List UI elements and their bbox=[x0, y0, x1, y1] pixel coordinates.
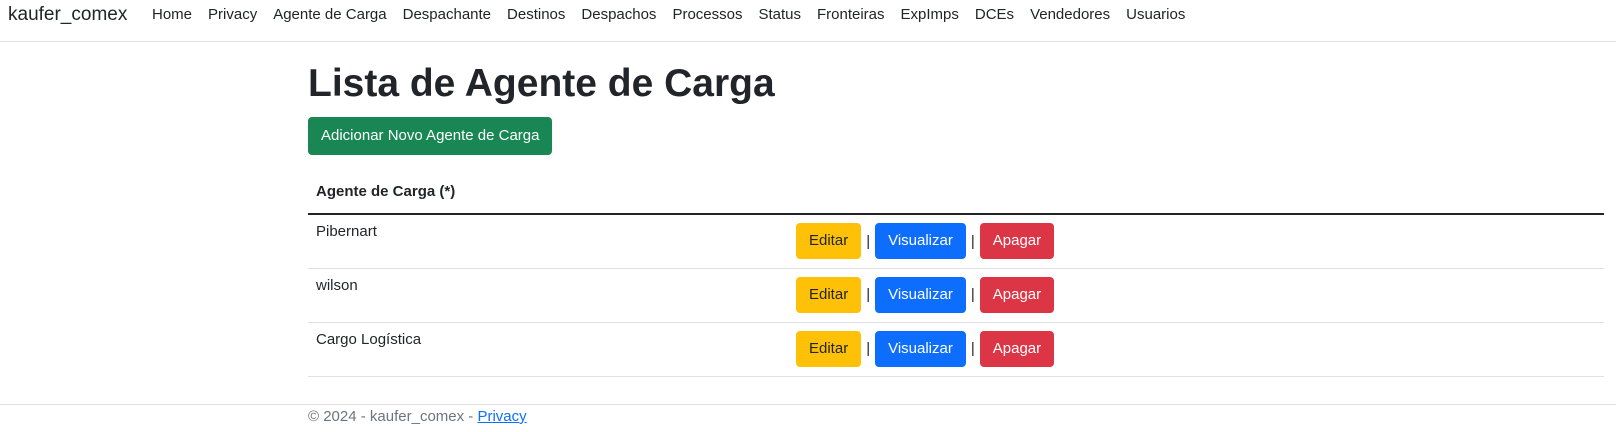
nav-item-despachante[interactable]: Despachante bbox=[403, 5, 491, 25]
nav-item-agente-de-carga[interactable]: Agente de Carga bbox=[273, 5, 386, 25]
edit-button[interactable]: Editar bbox=[796, 223, 862, 259]
table-row: Pibernart Editar | Visualizar | Apagar bbox=[308, 214, 1604, 269]
nav-menu: Home Privacy Agente de Carga Despachante… bbox=[152, 5, 1201, 25]
view-button[interactable]: Visualizar bbox=[875, 276, 966, 313]
delete-button[interactable]: Apagar bbox=[979, 223, 1055, 259]
table-row: Cargo Logística Editar | Visualizar | Apagar bbox=[308, 322, 1604, 377]
nav-item-home[interactable]: Home bbox=[152, 5, 192, 25]
action-separator: | bbox=[866, 232, 871, 250]
agente-name-cell: Cargo Logística bbox=[308, 322, 788, 377]
column-header-agente: Agente de Carga (*) bbox=[308, 170, 1604, 215]
row-actions: Editar | Visualizar | Apagar bbox=[788, 214, 1604, 269]
delete-button[interactable]: Apagar bbox=[979, 276, 1055, 313]
footer-content: © 2024 - kaufer_comex - Privacy bbox=[308, 407, 527, 427]
nav-item-status[interactable]: Status bbox=[758, 5, 801, 25]
edit-button[interactable]: Editar bbox=[796, 330, 862, 367]
nav-item-expimps[interactable]: ExpImps bbox=[901, 5, 959, 25]
nav-item-usuarios[interactable]: Usuarios bbox=[1126, 5, 1185, 25]
add-agente-button[interactable]: Adicionar Novo Agente de Carga bbox=[308, 117, 553, 155]
action-separator: | bbox=[866, 340, 871, 357]
main-content: Lista de Agente de Carga Adicionar Novo … bbox=[308, 58, 1604, 377]
nav-item-fronteiras[interactable]: Fronteiras bbox=[817, 5, 885, 25]
agente-name-cell: Pibernart bbox=[308, 214, 788, 269]
footer-privacy-link[interactable]: Privacy bbox=[477, 408, 526, 425]
agentes-table: Agente de Carga (*) Pibernart Editar | Vis… bbox=[308, 170, 1604, 377]
view-button[interactable]: Visualizar bbox=[875, 330, 966, 367]
action-separator: | bbox=[866, 286, 871, 303]
nav-item-dces[interactable]: DCEs bbox=[975, 5, 1014, 25]
nav-item-privacy[interactable]: Privacy bbox=[208, 5, 257, 25]
top-navbar: kaufer_comex Home Privacy Agente de Carg… bbox=[0, 0, 1616, 42]
nav-item-despachos[interactable]: Despachos bbox=[581, 5, 656, 25]
action-separator: | bbox=[970, 340, 975, 357]
action-separator: | bbox=[970, 286, 975, 303]
page-footer: © 2024 - kaufer_comex - Privacy bbox=[0, 404, 1616, 432]
footer-copyright: © 2024 - kaufer_comex - bbox=[308, 408, 478, 425]
row-actions: Editar | Visualizar | Apagar bbox=[788, 322, 1604, 377]
row-actions: Editar | Visualizar | Apagar bbox=[788, 268, 1604, 323]
delete-button[interactable]: Apagar bbox=[979, 330, 1055, 367]
action-separator: | bbox=[970, 232, 975, 250]
table-row: wilson Editar | Visualizar | Apagar bbox=[308, 268, 1604, 323]
view-button[interactable]: Visualizar bbox=[875, 223, 966, 259]
brand-link[interactable]: kaufer_comex bbox=[8, 4, 127, 26]
nav-item-destinos[interactable]: Destinos bbox=[507, 5, 565, 25]
edit-button[interactable]: Editar bbox=[796, 276, 862, 313]
nav-item-processos[interactable]: Processos bbox=[672, 5, 742, 25]
page-title: Lista de Agente de Carga bbox=[308, 62, 775, 105]
agente-name-cell: wilson bbox=[308, 268, 788, 323]
nav-item-vendedores[interactable]: Vendedores bbox=[1030, 5, 1110, 25]
